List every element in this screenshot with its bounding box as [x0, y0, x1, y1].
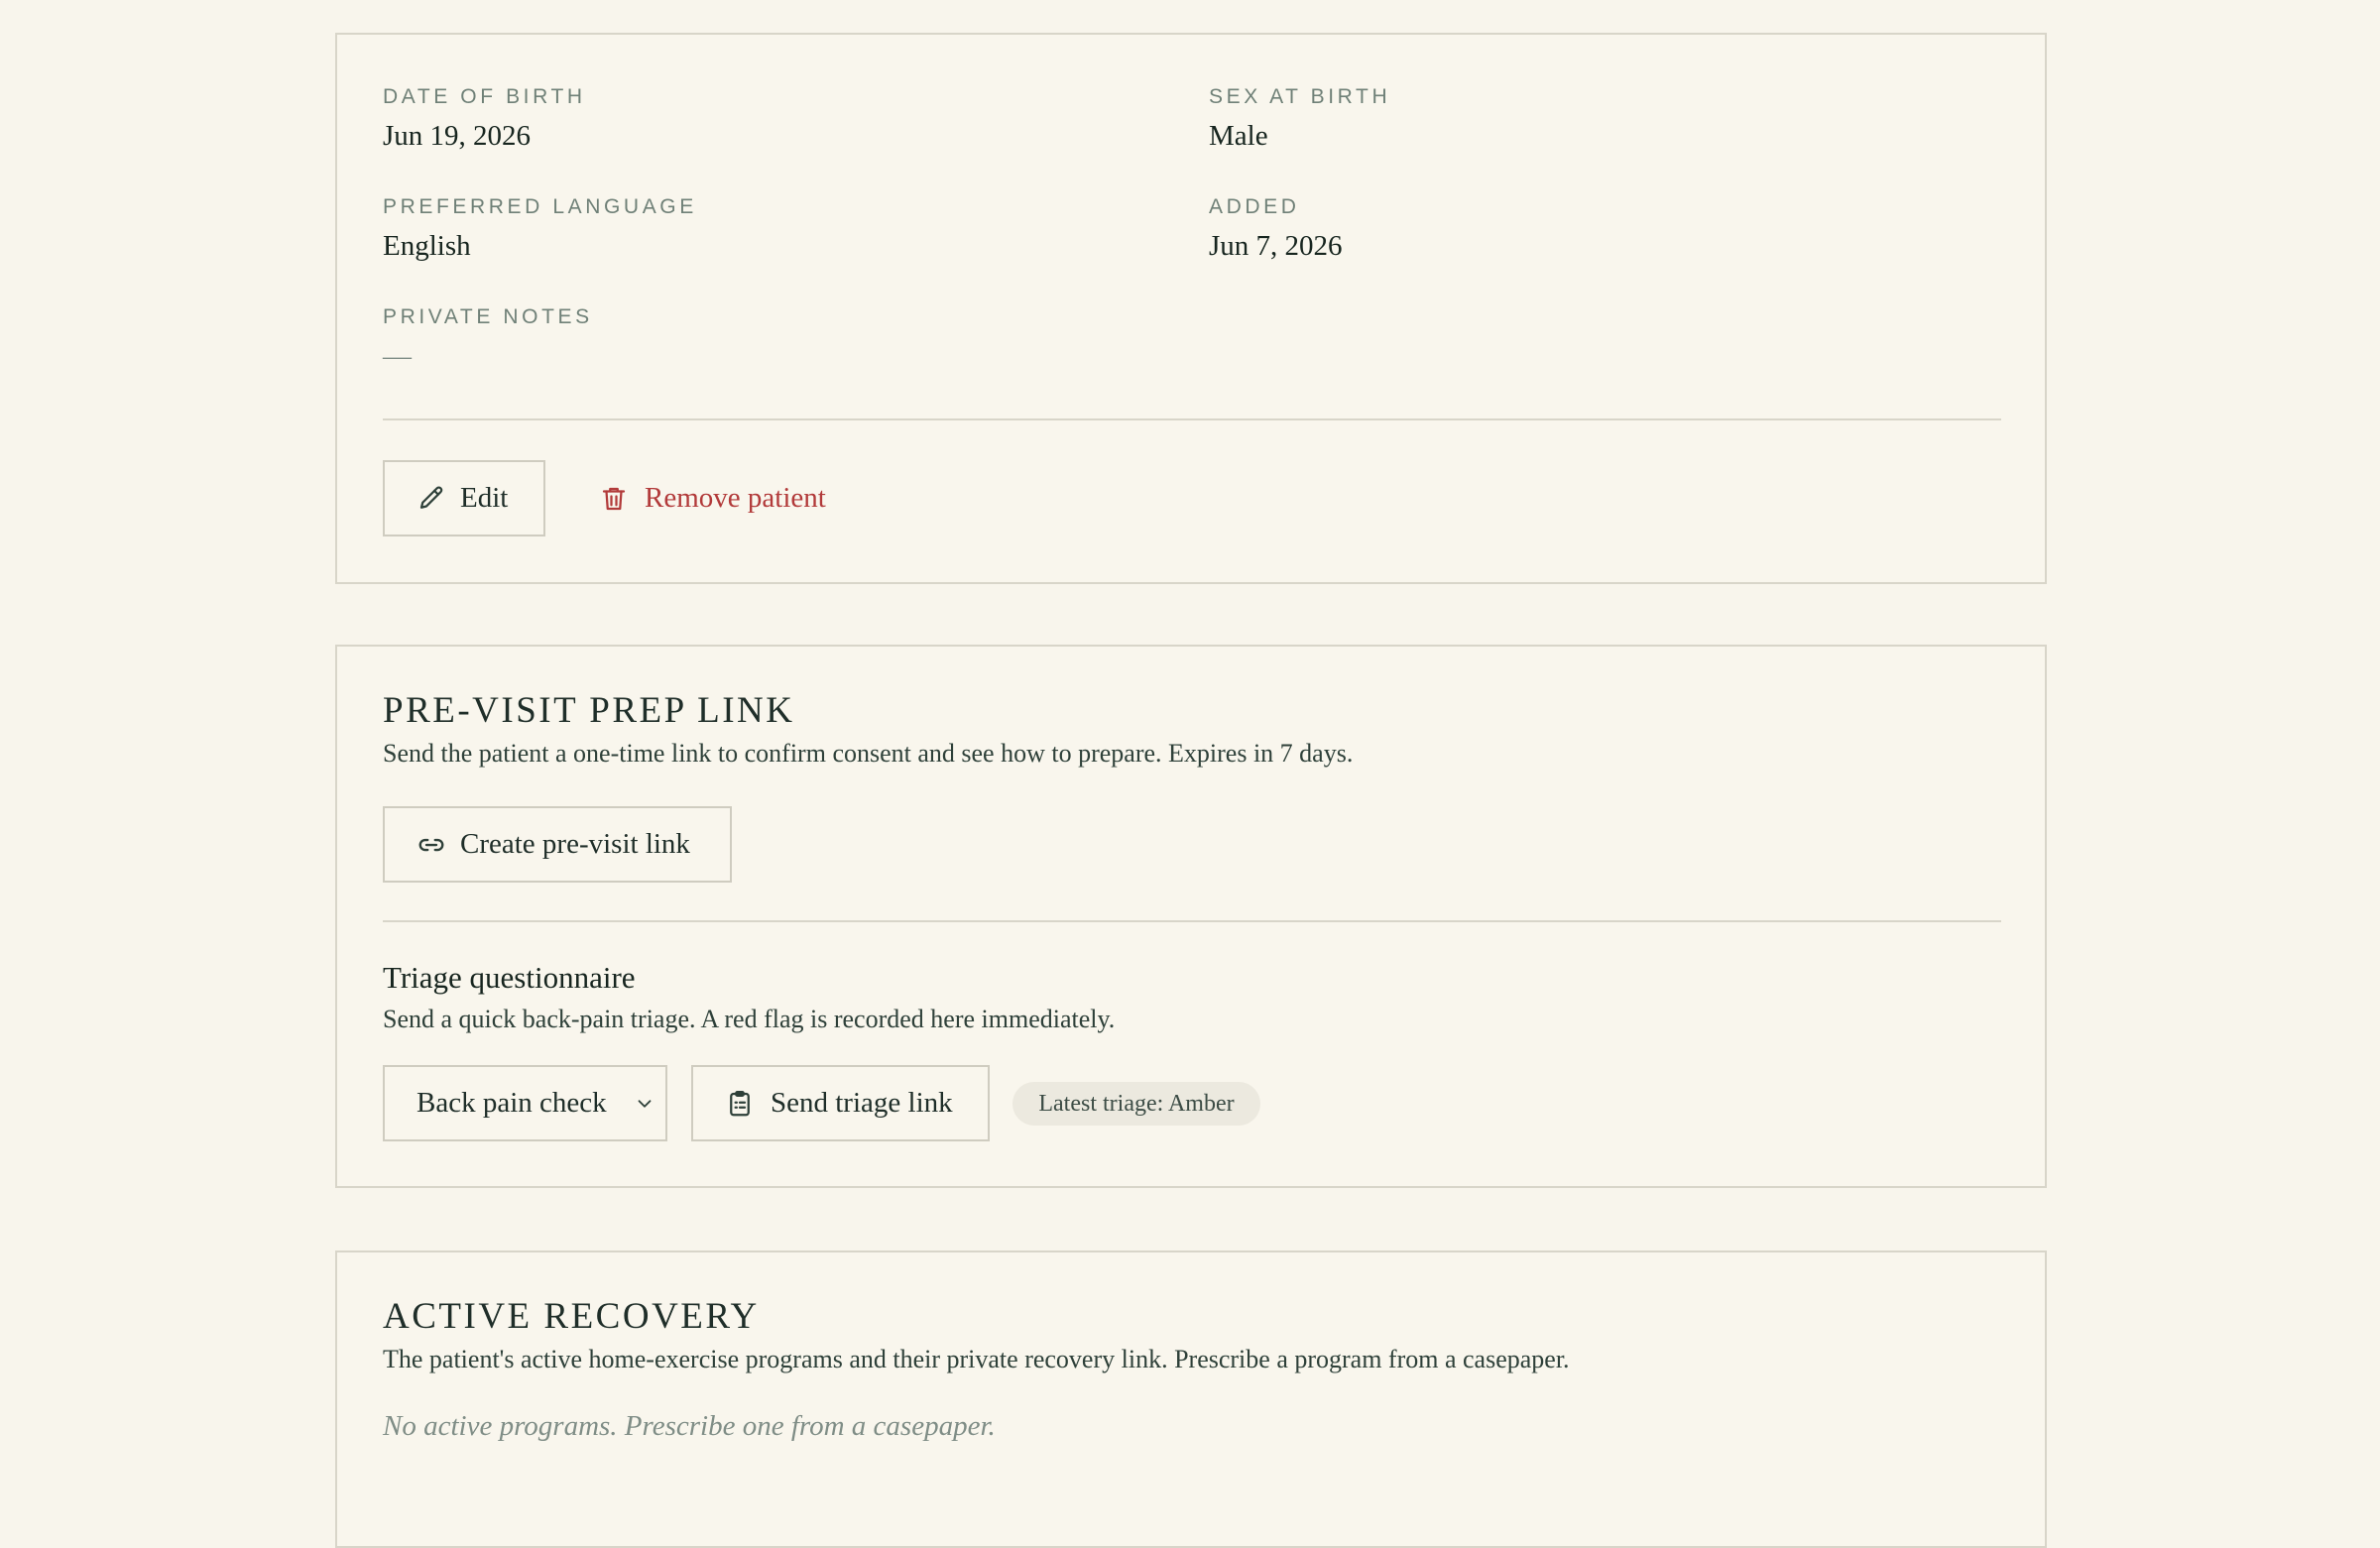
preferred-language-value: English: [383, 230, 471, 262]
previsit-title: PRE-VISIT PREP LINK: [383, 690, 795, 731]
send-triage-link-button[interactable]: Send triage link: [691, 1065, 990, 1141]
sex-at-birth-label: SEX AT BIRTH: [1209, 85, 1391, 108]
remove-patient-label: Remove patient: [645, 482, 826, 514]
active-recovery-card: ACTIVE RECOVERY The patient's active hom…: [335, 1250, 2047, 1548]
private-notes-label: PRIVATE NOTES: [383, 305, 593, 328]
triage-select-value: Back pain check: [416, 1087, 607, 1119]
edit-button-label: Edit: [460, 482, 509, 514]
recovery-title: ACTIVE RECOVERY: [383, 1296, 760, 1337]
previsit-divider: [383, 920, 2001, 922]
patient-details-card: DATE OF BIRTH Jun 19, 2026 SEX AT BIRTH …: [335, 33, 2047, 584]
sex-at-birth-value: Male: [1209, 120, 1268, 152]
send-triage-link-label: Send triage link: [771, 1087, 953, 1119]
added-label: ADDED: [1209, 195, 1300, 218]
previsit-card: PRE-VISIT PREP LINK Send the patient a o…: [335, 645, 2047, 1188]
triage-type-select[interactable]: Back pain check: [383, 1065, 667, 1141]
previsit-description: Send the patient a one-time link to conf…: [383, 739, 1354, 768]
remove-patient-button[interactable]: Remove patient: [589, 460, 834, 536]
trash-icon: [599, 484, 629, 514]
link-icon: [416, 830, 446, 860]
date-of-birth-label: DATE OF BIRTH: [383, 85, 586, 108]
triage-title: Triage questionnaire: [383, 960, 636, 995]
details-divider: [383, 418, 2001, 420]
date-of-birth-value: Jun 19, 2026: [383, 120, 532, 152]
clipboard-icon: [725, 1089, 755, 1119]
create-previsit-link-label: Create pre-visit link: [460, 828, 690, 860]
recovery-description: The patient's active home-exercise progr…: [383, 1345, 1570, 1373]
preferred-language-label: PREFERRED LANGUAGE: [383, 195, 697, 218]
create-previsit-link-button[interactable]: Create pre-visit link: [383, 806, 732, 883]
pencil-icon: [416, 484, 446, 514]
no-programs-note: No active programs. Prescribe one from a…: [383, 1410, 996, 1442]
private-notes-value: —: [383, 340, 412, 372]
edit-button[interactable]: Edit: [383, 460, 545, 536]
chevron-down-icon: [634, 1093, 655, 1115]
added-value: Jun 7, 2026: [1209, 230, 1343, 262]
latest-triage-badge: Latest triage: Amber: [1012, 1082, 1260, 1126]
triage-description: Send a quick back-pain triage. A red fla…: [383, 1005, 1116, 1033]
